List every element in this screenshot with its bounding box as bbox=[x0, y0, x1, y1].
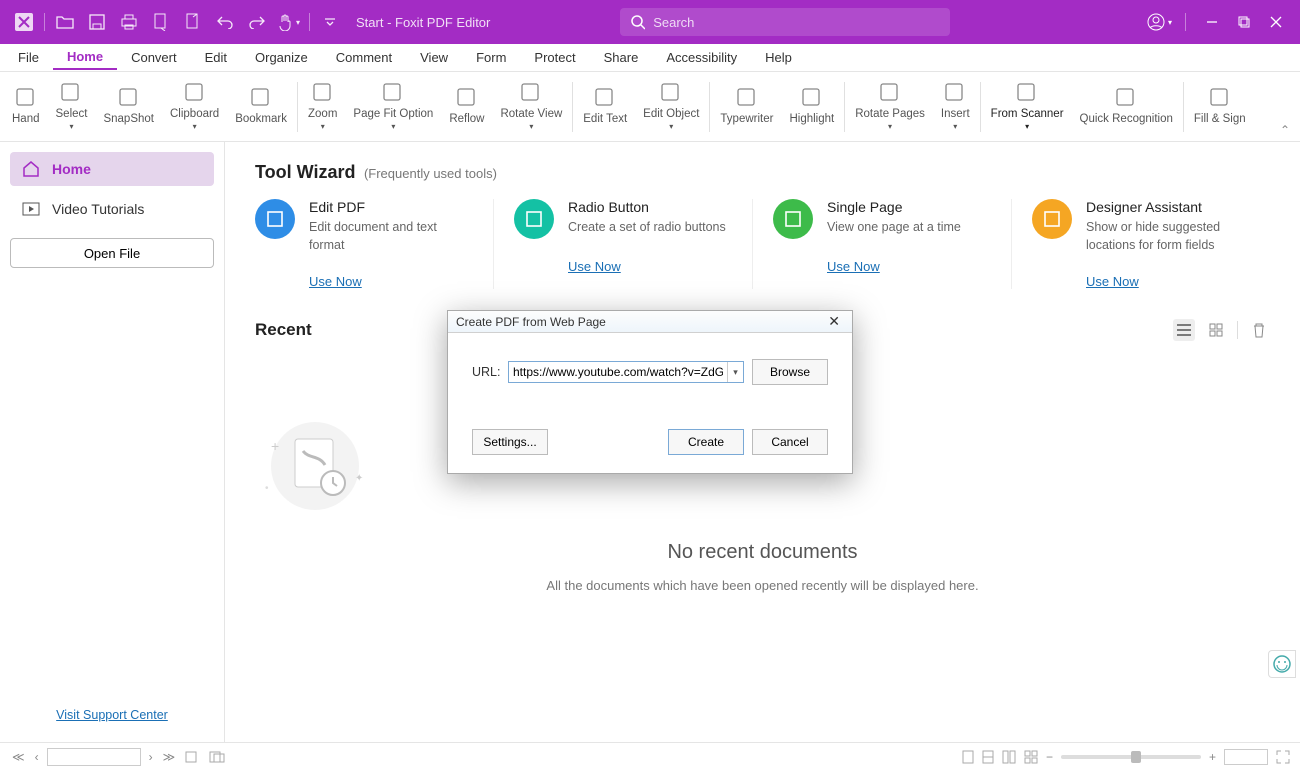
nav-back-icon[interactable] bbox=[183, 751, 201, 763]
url-input-wrap[interactable]: ▾ bbox=[508, 361, 744, 383]
dialog-overlay: Create PDF from Web Page ✕ URL: ▾ Browse… bbox=[0, 0, 1300, 770]
cancel-button[interactable]: Cancel bbox=[752, 429, 828, 455]
nav-fwd-icon[interactable] bbox=[207, 751, 227, 763]
zoom-in-icon[interactable]: + bbox=[1209, 750, 1216, 764]
zoom-out-icon[interactable]: − bbox=[1046, 750, 1053, 764]
url-input[interactable] bbox=[509, 365, 727, 379]
settings-button[interactable]: Settings... bbox=[472, 429, 548, 455]
fullscreen-icon[interactable] bbox=[1276, 750, 1290, 764]
next-page-icon[interactable]: › bbox=[147, 750, 155, 764]
view-mode-3-icon[interactable] bbox=[1002, 750, 1016, 764]
page-number-input[interactable] bbox=[47, 748, 141, 766]
view-mode-1-icon[interactable] bbox=[962, 750, 974, 764]
prev-page-icon[interactable]: ‹ bbox=[33, 750, 41, 764]
create-button[interactable]: Create bbox=[668, 429, 744, 455]
zoom-slider[interactable] bbox=[1061, 755, 1201, 759]
first-page-icon[interactable]: ≪ bbox=[10, 750, 27, 764]
view-mode-2-icon[interactable] bbox=[982, 750, 994, 764]
zoom-value-input[interactable] bbox=[1224, 749, 1268, 765]
create-pdf-dialog: Create PDF from Web Page ✕ URL: ▾ Browse… bbox=[447, 310, 853, 474]
status-bar: ≪ ‹ › ≫ − + bbox=[0, 742, 1300, 770]
view-mode-4-icon[interactable] bbox=[1024, 750, 1038, 764]
url-dropdown-icon[interactable]: ▾ bbox=[727, 362, 743, 382]
dialog-title: Create PDF from Web Page bbox=[456, 315, 606, 329]
browse-button[interactable]: Browse bbox=[752, 359, 828, 385]
url-label: URL: bbox=[472, 365, 508, 379]
last-page-icon[interactable]: ≫ bbox=[161, 750, 178, 764]
dialog-close-icon[interactable]: ✕ bbox=[824, 313, 844, 330]
